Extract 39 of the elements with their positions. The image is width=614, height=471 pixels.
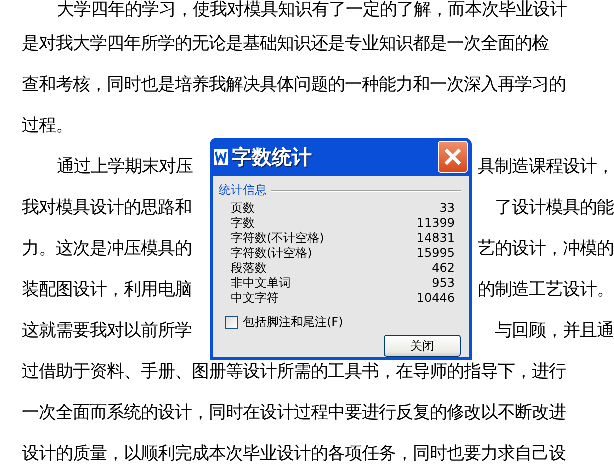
- checkbox[interactable]: [225, 316, 238, 329]
- stat-value: 14831: [416, 231, 455, 246]
- group-label: 统计信息: [219, 182, 267, 199]
- document-icon: [214, 149, 228, 165]
- close-icon: [443, 147, 463, 167]
- document-text: 力。这次是冲压模具的: [22, 238, 192, 261]
- close-dialog-button[interactable]: 关闭: [384, 335, 461, 357]
- document-text: 这就需要我对以前所学: [22, 320, 192, 343]
- document-text: 我对模具设计的思路和: [22, 197, 192, 220]
- stat-label: 字符数(计空格): [231, 246, 312, 261]
- stat-value: 15995: [416, 246, 455, 261]
- document-text: 与回顾，并且通: [495, 320, 614, 343]
- document-text: 是对我大学四年所学的无论是基础知识还是专业知识都是一次全面的检: [22, 33, 549, 56]
- stat-value: 11399: [416, 216, 455, 231]
- stat-label: 中文字符: [231, 291, 279, 306]
- stat-value: 33: [440, 201, 455, 216]
- document-text: 设计的质量，以顺利完成本次毕业设计的各项任务，同时也要力求自己设: [22, 443, 566, 466]
- document-text: 具制造课程设计，: [478, 156, 614, 179]
- document-text: 一次全面而系统的设计，同时在设计过程中要进行反复的修改以不断改进: [22, 402, 566, 425]
- dialog-title: 字数统计: [232, 144, 313, 170]
- stat-value: 462: [432, 261, 455, 276]
- document-text: 过借助于资料、手册、图册等设计所需的工具书，在导师的指导下，进行: [22, 361, 566, 384]
- document-text: 过程。: [22, 115, 73, 138]
- document-text: 查和考核，同时也是培养我解决具体问题的一种能力和一次深入再学习的: [22, 74, 566, 97]
- stat-value: 953: [432, 276, 455, 291]
- stat-label: 字数: [231, 216, 255, 231]
- document-text: 艺的设计，冲模的: [478, 238, 614, 261]
- document-text: 装配图设计，利用电脑: [22, 279, 192, 302]
- stat-label: 字符数(不计空格): [231, 231, 324, 246]
- document-text: 的制造工艺设计。: [478, 279, 614, 302]
- document-text: 通过上学期末对压: [56, 156, 193, 179]
- stat-label: 段落数: [231, 261, 267, 276]
- close-button[interactable]: [438, 141, 468, 173]
- stat-label: 非中文单词: [231, 276, 291, 291]
- checkbox-label: 包括脚注和尾注(F): [243, 314, 344, 331]
- stat-value: 10446: [416, 291, 455, 306]
- document-text: 大学四年的学习，使我对模具知识有了一定的了解，而本次毕业设计: [56, 0, 567, 22]
- stat-label: 页数: [231, 201, 255, 216]
- document-text: 了设计模具的能: [495, 197, 614, 220]
